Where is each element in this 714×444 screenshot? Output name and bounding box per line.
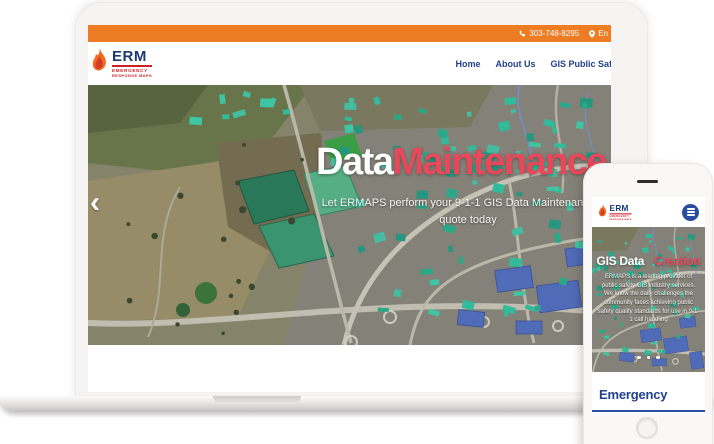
emergency-section-title: Emergency	[599, 387, 705, 402]
stage: 303-748-8295 En	[0, 0, 714, 444]
laptop-notch	[213, 396, 301, 404]
carousel-prev-button[interactable]: ‹	[90, 188, 100, 218]
topbar-phone-number: 303-748-8295	[529, 29, 579, 38]
hero-subtitle-line2: quote today	[318, 212, 611, 229]
logo-erm: ERM	[112, 49, 152, 67]
hero-title: DataMaintenance	[316, 143, 606, 181]
logo-erm: ERM	[610, 204, 632, 214]
phone-icon	[519, 30, 526, 37]
hero-subtitle-line1: Let ERMAPS perform your 9-1-1 GIS Data M…	[318, 195, 611, 212]
phone-screen: ERM EMERGENCY RESPONSE MAPS GIS Data Cre…	[592, 197, 705, 415]
phone-hero-carousel: GIS Data Creation ERMAPS is a leading pr…	[592, 227, 705, 372]
phone-home-button[interactable]	[636, 417, 658, 439]
hamburger-icon	[687, 208, 695, 209]
page-below-hero	[88, 345, 611, 392]
phone-mockup: ERM EMERGENCY RESPONSE MAPS GIS Data Cre…	[583, 163, 713, 444]
phone-hero-paragraph: ERMAPS is a leading provider of public s…	[597, 273, 700, 325]
flame-icon	[598, 203, 608, 220]
carousel-dot[interactable]	[647, 356, 651, 360]
hero-title-white: Data	[316, 141, 392, 183]
main-nav: Home About Us GIS Public Safety	[455, 59, 611, 69]
nav-item-gis-public-safety[interactable]: GIS Public Safety	[550, 59, 611, 69]
hamburger-menu-button[interactable]	[682, 204, 699, 221]
phone-emergency-section: Emergency	[592, 372, 705, 415]
logo-line2: RESPONSE MAPS	[112, 73, 152, 78]
phone-speaker	[637, 180, 658, 183]
laptop-mockup-bezel: 303-748-8295 En	[75, 2, 648, 398]
nav-item-home[interactable]: Home	[455, 59, 480, 69]
phone-site-logo[interactable]: ERM EMERGENCY RESPONSE MAPS	[598, 203, 632, 220]
carousel-dot[interactable]	[656, 356, 660, 360]
phone-site-header: ERM EMERGENCY RESPONSE MAPS	[592, 197, 705, 227]
site-logo[interactable]: ERM EMERGENCY RESPONSE MAPS	[91, 48, 152, 79]
map-pin-icon	[589, 30, 595, 38]
section-divider	[592, 410, 705, 412]
site-header: ERM EMERGENCY RESPONSE MAPS Home About U…	[88, 42, 611, 85]
phone-hero-title: GIS Data Creation	[592, 254, 705, 268]
carousel-dot[interactable]	[637, 356, 641, 360]
topbar-location-text: En	[598, 29, 608, 38]
topbar-location[interactable]: En	[589, 29, 608, 38]
laptop-screen: 303-748-8295 En	[88, 25, 611, 392]
hero-carousel: DataMaintenance Let ERMAPS perform your …	[88, 85, 611, 345]
hero-subtitle: Let ERMAPS perform your 9-1-1 GIS Data M…	[318, 195, 611, 228]
nav-item-about-us[interactable]: About Us	[495, 59, 535, 69]
hero-title-red: Maintenance	[392, 141, 606, 183]
logo-line2: RESPONSE MAPS	[610, 217, 632, 220]
flame-icon	[91, 48, 109, 79]
phone-hero-title-red: Creation	[654, 254, 700, 268]
carousel-dots	[592, 356, 705, 360]
phone-hero-title-white: GIS Data	[597, 254, 645, 268]
topbar-phone[interactable]: 303-748-8295	[519, 29, 579, 38]
topbar: 303-748-8295 En	[88, 25, 611, 42]
logo-text: ERM EMERGENCY RESPONSE MAPS	[112, 49, 152, 79]
logo-text: ERM EMERGENCY RESPONSE MAPS	[610, 204, 632, 220]
